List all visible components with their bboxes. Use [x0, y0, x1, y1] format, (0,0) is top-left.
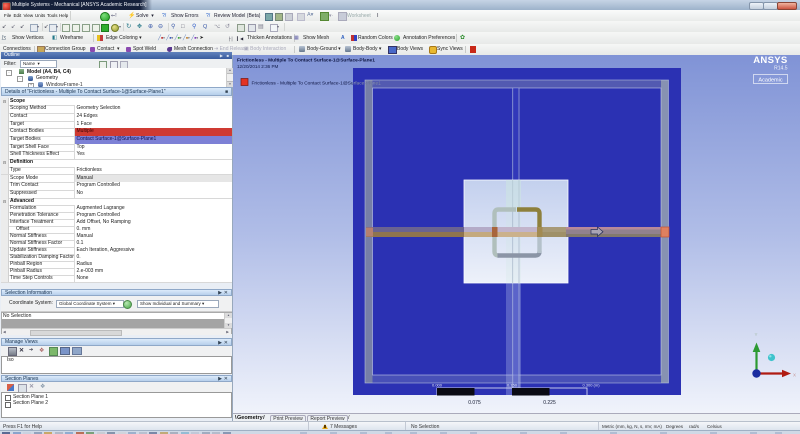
svg-text:0.000: 0.000: [432, 383, 443, 388]
svg-text:0.150: 0.150: [507, 383, 518, 388]
svg-text:ANSYS: ANSYS: [753, 55, 787, 66]
svg-text:12/20/2014 2:36 PM: 12/20/2014 2:36 PM: [237, 64, 279, 69]
svg-text:Y: Y: [755, 332, 758, 337]
svg-text:Frictionless - Multiple To Con: Frictionless - Multiple To Contact Surfa…: [237, 58, 375, 64]
svg-text:Academic: Academic: [758, 77, 782, 83]
svg-text:0.075: 0.075: [468, 400, 481, 406]
svg-text:0.225: 0.225: [543, 400, 556, 406]
svg-text:R14.5: R14.5: [774, 66, 788, 72]
svg-text:0.300 (m): 0.300 (m): [582, 383, 600, 388]
svg-text:X: X: [793, 373, 796, 378]
